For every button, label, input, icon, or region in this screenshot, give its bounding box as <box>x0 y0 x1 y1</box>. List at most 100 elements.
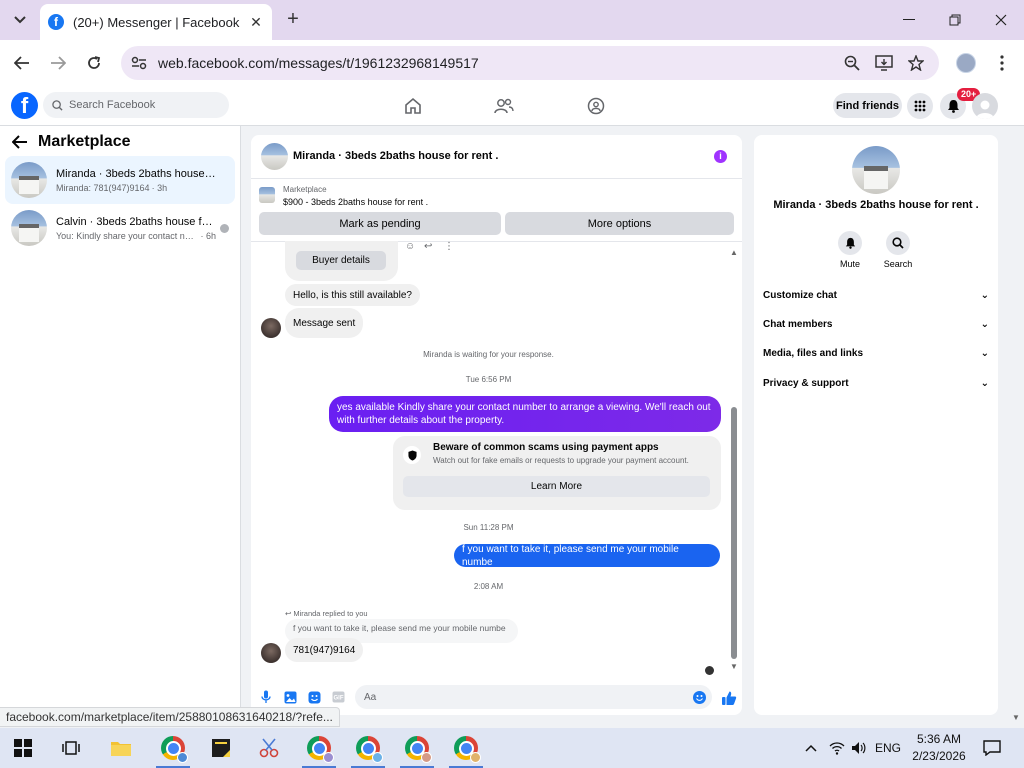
conversation-item-calvin[interactable]: Calvin · 3beds 2baths house for ... You:… <box>5 204 235 252</box>
restore-button[interactable] <box>932 0 978 40</box>
conversation-avatar <box>11 162 47 198</box>
show-hidden-icons-chevron[interactable] <box>800 728 822 768</box>
sender-avatar[interactable] <box>261 643 281 663</box>
marketplace-label: Marketplace <box>283 185 327 194</box>
menu-grid-icon[interactable] <box>907 93 933 119</box>
contact-avatar-large[interactable] <box>852 146 900 194</box>
sticky-notes-icon[interactable] <box>198 728 244 768</box>
search-label: Search <box>883 259 913 269</box>
install-app-icon[interactable] <box>875 54 893 72</box>
row-label: Media, files and links <box>763 347 864 359</box>
message-input[interactable]: Aa <box>355 685 712 709</box>
media-files-links-row[interactable]: Media, files and links ⌄ <box>763 343 989 363</box>
chrome-profile-3-icon[interactable] <box>345 728 391 768</box>
customize-chat-row[interactable]: Customize chat ⌄ <box>763 285 989 305</box>
back-arrow-icon[interactable] <box>11 135 30 151</box>
chrome-profile-4-icon[interactable] <box>394 728 440 768</box>
language-indicator[interactable]: ENG <box>874 728 902 768</box>
address-bar[interactable]: web.facebook.com/messages/t/196123296814… <box>121 46 939 80</box>
chevron-down-icon: ⌄ <box>980 318 989 330</box>
microphone-icon[interactable] <box>259 690 273 704</box>
search-action[interactable]: Search <box>878 231 918 269</box>
browser-menu-icon[interactable] <box>994 53 1010 73</box>
windows-start-icon[interactable] <box>0 728 46 768</box>
thumbs-up-icon[interactable] <box>721 690 737 706</box>
browser-tab-strip: f (20+) Messenger | Facebook ✕ + <box>0 0 1024 40</box>
conversation-info-icon[interactable]: i <box>714 150 727 163</box>
back-icon[interactable] <box>11 52 33 74</box>
groups-icon[interactable] <box>586 96 606 116</box>
message-more-icon[interactable]: ⋮ <box>444 241 454 252</box>
scroll-down-arrow-icon[interactable]: ▼ <box>729 663 739 671</box>
timestamp-divider: Sun 11:28 PM <box>463 523 514 532</box>
chat-panel: Miranda · 3beds 2baths house for rent . … <box>251 135 742 715</box>
action-center-icon[interactable] <box>980 728 1004 768</box>
message-bubble-incoming: 781(947)9164 <box>285 638 364 662</box>
svg-text:GIF: GIF <box>333 696 343 702</box>
reply-label-text: Miranda replied to you <box>293 609 368 618</box>
find-friends-button[interactable]: Find friends <box>833 93 902 118</box>
forward-icon[interactable] <box>47 52 69 74</box>
conversation-item-miranda[interactable]: Miranda · 3beds 2baths house for ... Mir… <box>5 156 235 204</box>
listing-thumbnail[interactable] <box>259 187 275 203</box>
link-status-bar: facebook.com/marketplace/item/2588010863… <box>0 707 340 727</box>
conversation-avatar <box>11 210 47 246</box>
conversation-time: · 6h <box>200 230 216 241</box>
more-options-button[interactable]: More options <box>505 212 734 235</box>
mute-action[interactable]: Mute <box>830 231 870 269</box>
sender-avatar[interactable] <box>261 318 281 338</box>
site-settings-icon[interactable] <box>130 54 148 72</box>
task-view-icon[interactable] <box>48 728 94 768</box>
home-icon[interactable] <box>403 96 423 116</box>
snipping-tool-icon[interactable] <box>246 728 292 768</box>
system-clock[interactable]: 5:36 AM 2/23/2026 <box>904 731 974 765</box>
privacy-support-row[interactable]: Privacy & support ⌄ <box>763 373 989 393</box>
listing-title[interactable]: $900 - 3beds 2baths house for rent . <box>283 197 428 207</box>
browser-tab-messenger[interactable]: f (20+) Messenger | Facebook ✕ <box>40 4 272 40</box>
chat-scrollbar-thumb[interactable] <box>731 407 737 659</box>
network-icon[interactable] <box>826 728 848 768</box>
conversation-time: · 3h <box>151 182 168 193</box>
chrome-taskbar-icon[interactable] <box>150 728 196 768</box>
friends-icon[interactable] <box>494 96 514 116</box>
scam-warning-title: Beware of common scams using payment app… <box>433 442 659 453</box>
chat-header-avatar[interactable] <box>261 143 288 170</box>
file-explorer-icon[interactable] <box>98 728 144 768</box>
mark-as-pending-button[interactable]: Mark as pending <box>259 212 501 235</box>
chrome-profile-5-icon[interactable] <box>443 728 489 768</box>
conversation-preview: You: Kindly share your contact num... <box>56 230 199 241</box>
row-label: Customize chat <box>763 289 837 301</box>
search-placeholder: Search Facebook <box>69 99 156 111</box>
page-scroll-down-icon[interactable]: ▼ <box>1012 713 1020 722</box>
scam-warning-subtitle: Watch out for fake emails or requests to… <box>433 456 689 465</box>
account-avatar[interactable] <box>972 93 998 119</box>
search-icon <box>52 99 63 111</box>
tab-close-icon[interactable]: ✕ <box>248 14 264 31</box>
reload-icon[interactable] <box>83 52 105 74</box>
new-tab-button[interactable]: + <box>282 8 304 30</box>
browser-profile-avatar[interactable] <box>956 53 976 73</box>
gif-icon[interactable]: GIF <box>331 690 345 704</box>
clock-time: 5:36 AM <box>916 732 962 746</box>
react-emoji-icon[interactable]: ☺ <box>405 241 415 252</box>
facebook-search-input[interactable]: Search Facebook <box>43 92 229 118</box>
buyer-details-button[interactable]: Buyer details <box>296 251 386 270</box>
minimize-button[interactable] <box>886 0 932 40</box>
close-window-button[interactable] <box>978 0 1024 40</box>
windows-taskbar: ENG 5:36 AM 2/23/2026 <box>0 728 1024 768</box>
learn-more-button[interactable]: Learn More <box>403 476 710 497</box>
mute-label: Mute <box>839 259 860 269</box>
zoom-icon[interactable] <box>843 54 861 72</box>
chat-members-row[interactable]: Chat members ⌄ <box>763 314 989 334</box>
facebook-logo-icon[interactable]: f <box>11 92 38 119</box>
emoji-icon[interactable] <box>693 691 706 704</box>
photo-icon[interactable] <box>283 690 297 704</box>
volume-icon[interactable] <box>848 728 870 768</box>
bookmark-star-icon[interactable] <box>907 54 925 72</box>
sticker-icon[interactable] <box>307 690 321 704</box>
chat-header-name[interactable]: Miranda · 3beds 2baths house for rent . <box>293 150 498 162</box>
scroll-up-arrow-icon[interactable]: ▲ <box>729 249 739 257</box>
chrome-profile-2-icon[interactable] <box>296 728 342 768</box>
tab-search-dropdown-icon[interactable] <box>10 10 30 30</box>
reply-icon[interactable]: ↩ <box>424 241 432 252</box>
